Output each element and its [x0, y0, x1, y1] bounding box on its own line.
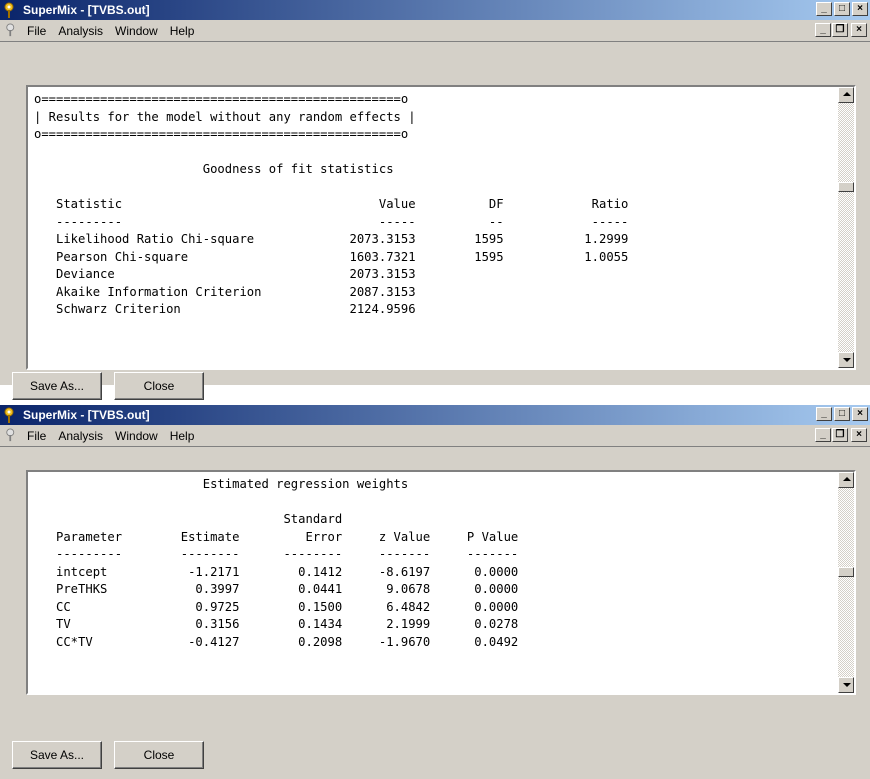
- output-line: o=======================================…: [34, 92, 409, 106]
- output-line: intcept -1.2171 0.1412 -8.6197 0.0000: [34, 564, 519, 579]
- scroll-thumb[interactable]: [838, 567, 854, 577]
- document-icon[interactable]: [5, 428, 19, 442]
- close-icon: ×: [857, 3, 863, 14]
- output-line: Parameter Estimate Error z Value P Value: [34, 529, 519, 544]
- output-line: CC 0.9725 0.1500 6.4842 0.0000: [34, 599, 519, 614]
- menu-analysis[interactable]: Analysis: [58, 429, 103, 443]
- output-line: Likelihood Ratio Chi-square 2073.3153 15…: [34, 232, 629, 246]
- output-line: TV 0.3156 0.1434 2.1999 0.0278: [34, 617, 519, 631]
- doc-restore-button[interactable]: ❐: [832, 23, 848, 37]
- close-button[interactable]: ×: [852, 407, 868, 421]
- scroll-down-button[interactable]: [838, 352, 854, 368]
- output-line: Statistic Value DF Ratio: [34, 197, 629, 211]
- arrow-down-icon: [843, 358, 851, 362]
- output-text-area[interactable]: o=======================================…: [26, 85, 856, 370]
- vertical-scrollbar[interactable]: [838, 472, 854, 693]
- output-window-regression-weights: SuperMix - [TVBS.out] _ □ × File Analysi…: [0, 405, 870, 779]
- menu-file[interactable]: File: [27, 24, 46, 38]
- close-window-button[interactable]: Close: [114, 741, 204, 769]
- minimize-icon: _: [821, 3, 827, 14]
- output-line: o=======================================…: [34, 127, 409, 141]
- output-line: Goodness of fit statistics: [34, 162, 394, 176]
- close-window-button[interactable]: Close: [114, 372, 204, 400]
- close-icon: ×: [856, 429, 862, 440]
- doc-close-button[interactable]: ×: [851, 23, 867, 37]
- maximize-button[interactable]: □: [834, 2, 850, 16]
- minimize-icon: _: [820, 429, 826, 440]
- arrow-down-icon: [843, 683, 851, 687]
- doc-minimize-button[interactable]: _: [815, 23, 831, 37]
- menu-help[interactable]: Help: [170, 24, 195, 38]
- output-line: Schwarz Criterion 2124.9596: [34, 302, 416, 316]
- close-icon: ×: [856, 24, 862, 35]
- title-bar[interactable]: SuperMix - [TVBS.out] _ □ ×: [0, 405, 870, 425]
- menu-window[interactable]: Window: [115, 429, 158, 443]
- output-line: Akaike Information Criterion 2087.3153: [34, 284, 416, 299]
- scroll-thumb[interactable]: [838, 182, 854, 192]
- close-button[interactable]: ×: [852, 2, 868, 16]
- menu-bar: File Analysis Window Help _ ❐ ×: [0, 20, 870, 42]
- arrow-up-icon: [843, 477, 851, 481]
- maximize-button[interactable]: □: [834, 407, 850, 421]
- close-icon: ×: [857, 408, 863, 419]
- menu-window[interactable]: Window: [115, 24, 158, 38]
- save-as-button[interactable]: Save As...: [12, 741, 102, 769]
- output-line: | Results for the model without any rand…: [34, 109, 416, 124]
- menu-file[interactable]: File: [27, 429, 46, 443]
- output-line: --------- -------- -------- ------- ----…: [34, 547, 519, 561]
- output-text: o=======================================…: [34, 91, 628, 319]
- document-icon[interactable]: [5, 23, 19, 37]
- output-window-goodness-of-fit: SuperMix - [TVBS.out] _ □ × File Analysi…: [0, 0, 870, 400]
- menu-analysis[interactable]: Analysis: [58, 24, 103, 38]
- output-text-area[interactable]: Estimated regression weights Standard Pa…: [26, 470, 856, 695]
- minimize-button[interactable]: _: [816, 2, 832, 16]
- scroll-up-button[interactable]: [838, 472, 854, 488]
- arrow-up-icon: [843, 92, 851, 96]
- menu-help[interactable]: Help: [170, 429, 195, 443]
- maximize-icon: □: [838, 408, 846, 419]
- minimize-button[interactable]: _: [816, 407, 832, 421]
- supermix-logo-icon: [4, 2, 14, 18]
- output-line: CC*TV -0.4127 0.2098 -1.9670 0.0492: [34, 634, 519, 649]
- maximize-icon: □: [838, 3, 846, 14]
- restore-icon: ❐: [835, 429, 845, 440]
- output-line: Pearson Chi-square 1603.7321 1595 1.0055: [34, 249, 629, 264]
- save-as-button[interactable]: Save As...: [12, 372, 102, 400]
- restore-icon: ❐: [835, 24, 845, 35]
- minimize-icon: _: [820, 24, 826, 35]
- doc-minimize-button[interactable]: _: [815, 428, 831, 442]
- window-title: SuperMix - [TVBS.out]: [23, 408, 150, 422]
- output-line: Estimated regression weights: [34, 477, 409, 491]
- output-line: --------- ----- -- -----: [34, 214, 629, 229]
- doc-restore-button[interactable]: ❐: [832, 428, 848, 442]
- title-bar[interactable]: SuperMix - [TVBS.out] _ □ ×: [0, 0, 870, 20]
- output-text: Estimated regression weights Standard Pa…: [34, 476, 518, 651]
- scroll-down-button[interactable]: [838, 677, 854, 693]
- scroll-up-button[interactable]: [838, 87, 854, 103]
- output-line: Deviance 2073.3153: [34, 267, 416, 281]
- window-title: SuperMix - [TVBS.out]: [23, 3, 150, 17]
- menu-bar: File Analysis Window Help _ ❐ ×: [0, 425, 870, 447]
- output-line: Standard: [34, 512, 343, 526]
- vertical-scrollbar[interactable]: [838, 87, 854, 368]
- doc-close-button[interactable]: ×: [851, 428, 867, 442]
- supermix-logo-icon: [4, 407, 14, 423]
- minimize-icon: _: [821, 408, 827, 419]
- output-line: PreTHKS 0.3997 0.0441 9.0678 0.0000: [34, 582, 519, 596]
